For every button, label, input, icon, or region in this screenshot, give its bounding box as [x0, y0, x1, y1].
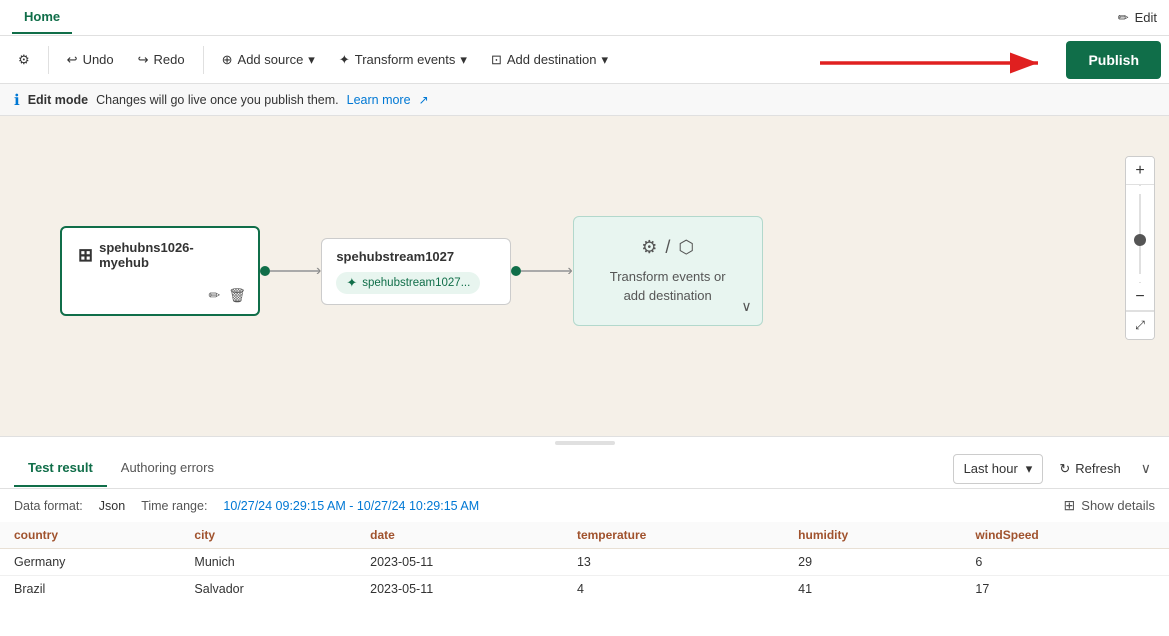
cell-city: Munich — [180, 549, 356, 576]
separator-2 — [203, 46, 204, 74]
learn-more-link[interactable]: Learn more — [347, 93, 411, 107]
external-link-icon: ↗ — [419, 93, 429, 107]
settings-button[interactable]: ⚙ — [8, 46, 40, 74]
cell-country: Brazil — [0, 576, 180, 603]
scroll-handle[interactable] — [555, 441, 615, 445]
zoom-out-button[interactable]: − — [1126, 283, 1154, 311]
stream-tag: ✦ spehubstream1027... — [336, 272, 480, 294]
col-date: date — [356, 522, 563, 549]
undo-button[interactable]: ↩ Undo — [57, 46, 124, 74]
zoom-fit-button[interactable]: ⤢ — [1126, 311, 1154, 339]
connector-arrow-2: › — [567, 262, 572, 280]
source-edit-icon[interactable]: ✏ — [208, 287, 220, 304]
destination-icons: ⚙ / ⬡ — [641, 237, 694, 258]
bottom-panel: Test result Authoring errors Last hour ▾… — [0, 436, 1169, 636]
source-node-icon: ⊞ — [78, 245, 93, 266]
table-header-row: country city date temperature humidity w… — [0, 522, 1169, 549]
connector-2: › — [511, 262, 572, 280]
edit-pencil-icon: ✏ — [1118, 10, 1129, 26]
table-row: GermanyMunich2023-05-1113296 — [0, 549, 1169, 576]
destination-settings-icon: ⚙ — [641, 237, 657, 258]
time-range-select[interactable]: Last hour ▾ — [953, 454, 1044, 484]
edit-mode-banner: ℹ Edit mode Changes will go live once yo… — [0, 84, 1169, 116]
cell-date: 2023-05-11 — [356, 549, 563, 576]
add-source-chevron-icon: ▾ — [308, 52, 315, 68]
edit-button[interactable]: ✏ Edit — [1118, 10, 1157, 26]
connector-line-1 — [270, 270, 320, 272]
col-temperature: temperature — [563, 522, 784, 549]
add-source-icon: ⊕ — [222, 52, 233, 68]
authoring-errors-tab[interactable]: Authoring errors — [107, 450, 228, 487]
data-table: country city date temperature humidity w… — [0, 522, 1169, 602]
cell-date: 2023-05-11 — [356, 576, 563, 603]
refresh-button[interactable]: ↻ Refresh — [1051, 457, 1128, 481]
separator-1 — [48, 46, 49, 74]
zoom-controls: + − ⤢ — [1125, 156, 1155, 340]
cell-temperature: 13 — [563, 549, 784, 576]
add-destination-chevron-icon: ▾ — [601, 52, 608, 68]
source-node-title: ⊞ spehubns1026-myehub — [78, 240, 242, 270]
connector-dot-1 — [260, 266, 270, 276]
info-icon: ℹ — [14, 91, 20, 109]
connector-dot-2 — [511, 266, 521, 276]
col-country: country — [0, 522, 180, 549]
stream-tag-icon: ✦ — [346, 275, 357, 291]
table-row: BrazilSalvador2023-05-1144117 — [0, 576, 1169, 603]
flow-canvas: + − ⤢ ⊞ spehubns1026-myehub ✏ 🗑 › — [0, 116, 1169, 436]
add-destination-icon: ⊡ — [491, 52, 502, 68]
source-delete-icon[interactable]: 🗑 — [228, 287, 246, 304]
red-arrow-indicator — [820, 48, 1050, 78]
zoom-slider-thumb[interactable] — [1134, 234, 1146, 246]
redo-button[interactable]: ↪ Redo — [128, 46, 195, 74]
source-node[interactable]: ⊞ spehubns1026-myehub ✏ 🗑 — [60, 226, 260, 316]
data-table-container: country city date temperature humidity w… — [0, 522, 1169, 636]
destination-separator: / — [665, 237, 670, 258]
publish-button[interactable]: Publish — [1066, 41, 1161, 79]
destination-node[interactable]: ⚙ / ⬡ Transform events or add destinatio… — [573, 216, 763, 326]
connector-arrow-1: › — [316, 262, 321, 280]
transform-chevron-icon: ▾ — [460, 52, 467, 68]
panel-meta: Data format: Json Time range: 10/27/24 0… — [0, 489, 1169, 522]
show-details-button[interactable]: ⊞ Show details — [1064, 497, 1155, 514]
add-source-button[interactable]: ⊕ Add source ▾ — [212, 46, 325, 74]
meta-left: Data format: Json Time range: 10/27/24 0… — [14, 499, 479, 513]
show-details-icon: ⊞ — [1064, 497, 1076, 514]
time-select-chevron-icon: ▾ — [1026, 461, 1033, 477]
scroll-handle-container — [0, 437, 1169, 449]
flow-diagram: ⊞ spehubns1026-myehub ✏ 🗑 › spehubstream… — [60, 216, 763, 326]
cell-country: Germany — [0, 549, 180, 576]
zoom-in-button[interactable]: + — [1126, 157, 1154, 185]
home-tab[interactable]: Home — [12, 1, 72, 34]
connector-line-2 — [521, 270, 571, 272]
source-node-actions: ✏ 🗑 — [208, 287, 246, 304]
cell-windSpeed: 6 — [961, 549, 1169, 576]
zoom-slider-track — [1139, 194, 1141, 274]
stream-node[interactable]: spehubstream1027 ✦ spehubstream1027... — [321, 238, 511, 305]
redo-icon: ↪ — [138, 52, 149, 68]
col-city: city — [180, 522, 356, 549]
destination-chevron-icon[interactable]: ∨ — [741, 298, 751, 315]
settings-icon: ⚙ — [18, 52, 30, 68]
col-humidity: humidity — [784, 522, 961, 549]
expand-panel-button[interactable]: ∨ — [1137, 456, 1155, 481]
destination-export-icon: ⬡ — [678, 237, 694, 258]
connector-1: › — [260, 262, 321, 280]
transform-events-button[interactable]: ✦ Transform events ▾ — [329, 46, 477, 74]
cell-temperature: 4 — [563, 576, 784, 603]
panel-tabs-group: Test result Authoring errors — [14, 450, 228, 487]
cell-humidity: 29 — [784, 549, 961, 576]
refresh-icon: ↻ — [1059, 461, 1070, 477]
cell-windSpeed: 17 — [961, 576, 1169, 603]
cell-city: Salvador — [180, 576, 356, 603]
add-destination-button[interactable]: ⊡ Add destination ▾ — [481, 46, 618, 74]
test-result-tab[interactable]: Test result — [14, 450, 107, 487]
undo-icon: ↩ — [67, 52, 78, 68]
panel-controls: Last hour ▾ ↻ Refresh ∨ — [953, 454, 1155, 484]
panel-tab-bar: Test result Authoring errors Last hour ▾… — [0, 449, 1169, 489]
col-windspeed: windSpeed — [961, 522, 1169, 549]
transform-events-icon: ✦ — [339, 52, 350, 68]
cell-humidity: 41 — [784, 576, 961, 603]
destination-text: Transform events or add destination — [610, 268, 726, 304]
